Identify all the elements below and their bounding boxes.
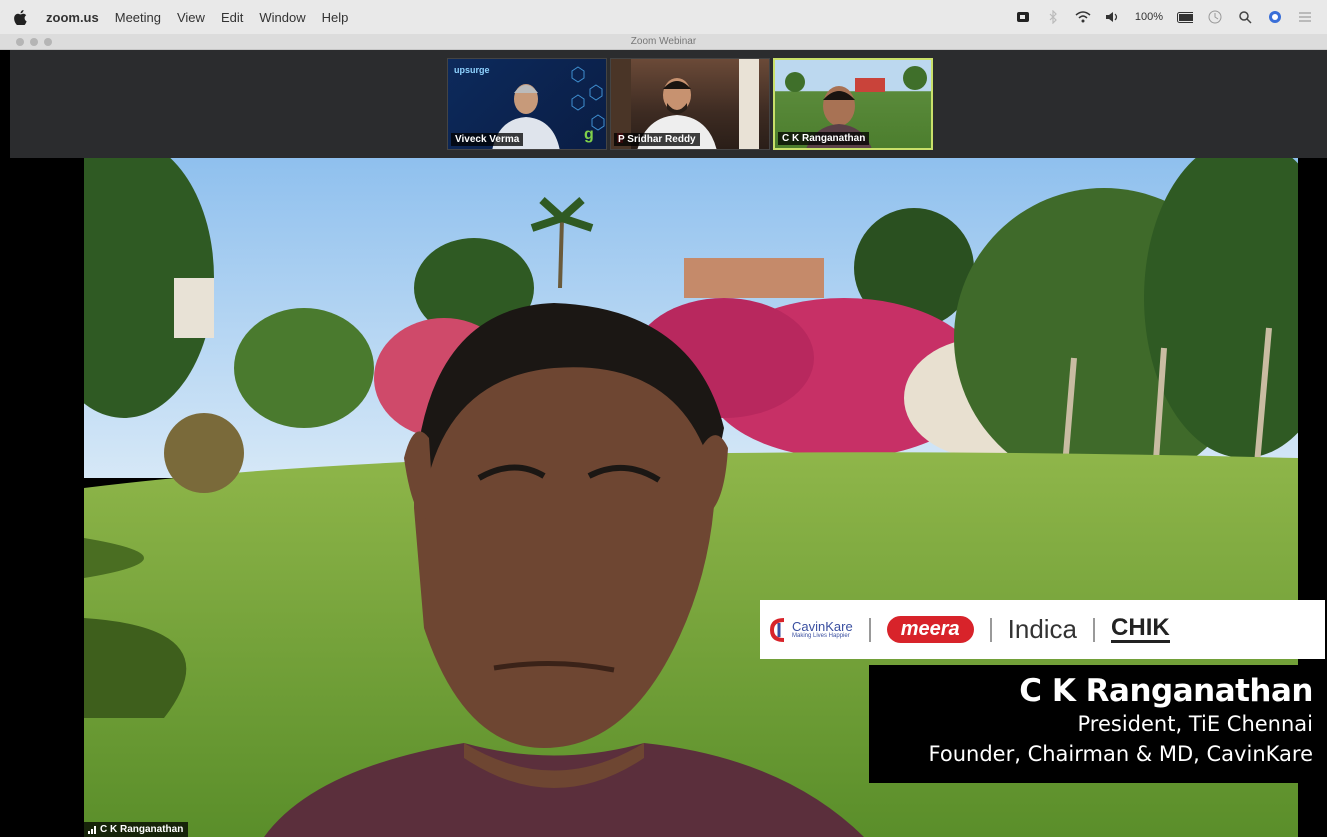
menu-help[interactable]: Help xyxy=(322,10,349,25)
cavinkare-text: CavinKare xyxy=(792,618,853,634)
battery-icon[interactable] xyxy=(1177,9,1193,25)
active-speaker-label: C K Ranganathan xyxy=(83,822,189,837)
window-controls xyxy=(16,38,52,46)
battery-percentage: 100% xyxy=(1134,11,1163,23)
active-speaker-name: C K Ranganathan xyxy=(100,824,184,835)
window-title: Zoom Webinar xyxy=(630,36,697,47)
notification-center-icon[interactable] xyxy=(1297,9,1313,25)
participant-name-2: P Sridhar Reddy xyxy=(614,133,700,146)
menu-meeting[interactable]: Meeting xyxy=(115,10,161,25)
minimize-window-button[interactable] xyxy=(30,38,38,46)
clock-icon[interactable] xyxy=(1207,9,1223,25)
cavinkare-mark-icon xyxy=(770,617,785,642)
participant-name-1: Viveck Verma xyxy=(451,133,524,146)
close-window-button[interactable] xyxy=(16,38,24,46)
participant-thumbnail-2[interactable]: P Sridhar Reddy xyxy=(610,58,770,150)
logo-divider xyxy=(989,617,992,642)
indica-logo: Indica xyxy=(1007,614,1078,644)
volume-icon[interactable] xyxy=(1105,9,1121,25)
menu-edit[interactable]: Edit xyxy=(221,10,243,25)
cavinkare-tagline: Making Lives Happier xyxy=(792,632,850,639)
speaker-title-2: Founder, Chairman & MD, CavinKare xyxy=(928,742,1313,766)
gallery-strip: upsurge g Viveck Verma P Sridhar Reddy C… xyxy=(10,50,1327,158)
sponsor-logo-bar: CavinKare Making Lives Happier meera Ind… xyxy=(760,600,1325,659)
meera-logo: meera xyxy=(886,616,974,643)
participant-name-3: C K Ranganathan xyxy=(778,132,870,145)
window-title-bar: Zoom Webinar xyxy=(0,34,1327,50)
menu-app-zoom[interactable]: zoom.us xyxy=(46,10,99,25)
macos-menu-bar: zoom.us Meeting View Edit Window Help 10… xyxy=(0,0,1327,34)
speaker-title-1: President, TiE Chennai xyxy=(1077,712,1313,736)
logo-divider xyxy=(868,617,871,642)
cavinkare-logo: CavinKare Making Lives Happier xyxy=(770,617,853,643)
apple-icon[interactable] xyxy=(14,9,28,25)
logo-divider xyxy=(1093,617,1096,642)
speaker-nameplate: C K Ranganathan President, TiE Chennai F… xyxy=(869,665,1325,783)
bluetooth-icon[interactable] xyxy=(1045,9,1061,25)
zoom-window-button[interactable] xyxy=(44,38,52,46)
audio-level-icon xyxy=(88,825,96,834)
active-speaker-video[interactable]: CavinKare Making Lives Happier meera Ind… xyxy=(10,158,1327,837)
zoom-status-icon[interactable] xyxy=(1015,9,1031,25)
menu-view[interactable]: View xyxy=(177,10,205,25)
menu-window[interactable]: Window xyxy=(259,10,305,25)
speaker-name: C K Ranganathan xyxy=(1019,673,1313,709)
spotlight-search-icon[interactable] xyxy=(1237,9,1253,25)
participant-thumbnail-1[interactable]: upsurge g Viveck Verma xyxy=(447,58,607,150)
wifi-icon[interactable] xyxy=(1075,9,1091,25)
siri-icon[interactable] xyxy=(1267,9,1283,25)
chik-logo: CHIK xyxy=(1111,614,1170,643)
svg-text:g: g xyxy=(584,126,594,143)
participant-thumbnail-3-active[interactable]: C K Ranganathan xyxy=(773,58,933,150)
